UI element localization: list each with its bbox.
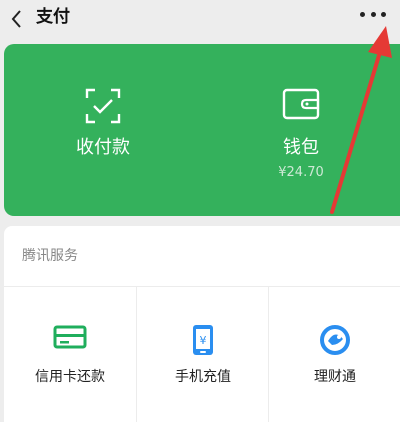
service-label: 手机充值 (175, 369, 231, 385)
service-credit-card-repay[interactable]: 信用卡还款 (4, 287, 136, 422)
service-wealth[interactable]: 理财通 (268, 287, 400, 422)
dot-icon (360, 11, 365, 17)
svg-text:¥: ¥ (200, 334, 207, 347)
services-grid: 信用卡还款 ¥ 手机充值 理财通 (4, 287, 400, 422)
page-title: 支付 (36, 7, 70, 27)
receive-pay-button[interactable]: 收付款 (4, 44, 202, 216)
dot-icon (381, 11, 386, 17)
tencent-services-panel: 腾讯服务 信用卡还款 ¥ 手机充值 理财通 (4, 226, 400, 422)
wallet-label: 钱包 (283, 137, 319, 158)
chevron-left-icon (11, 10, 21, 28)
back-button[interactable] (6, 6, 30, 32)
phone-topup-icon: ¥ (193, 325, 213, 355)
top-bar: 支付 (0, 0, 400, 40)
service-label: 理财通 (314, 369, 356, 385)
section-title: 腾讯服务 (22, 248, 78, 264)
receive-pay-label: 收付款 (76, 137, 130, 158)
payment-card: 收付款 钱包 ¥24.70 (4, 44, 400, 216)
dot-icon (370, 11, 376, 17)
wallet-icon (282, 88, 320, 120)
service-label: 信用卡还款 (35, 369, 105, 385)
wallet-button[interactable]: 钱包 ¥24.70 (202, 44, 400, 216)
scan-qr-icon (85, 88, 121, 124)
wealth-icon (320, 325, 350, 355)
credit-card-icon (53, 325, 87, 349)
wallet-balance: ¥24.70 (278, 165, 324, 180)
more-options-button[interactable] (360, 8, 386, 20)
service-phone-topup[interactable]: ¥ 手机充值 (136, 287, 269, 422)
